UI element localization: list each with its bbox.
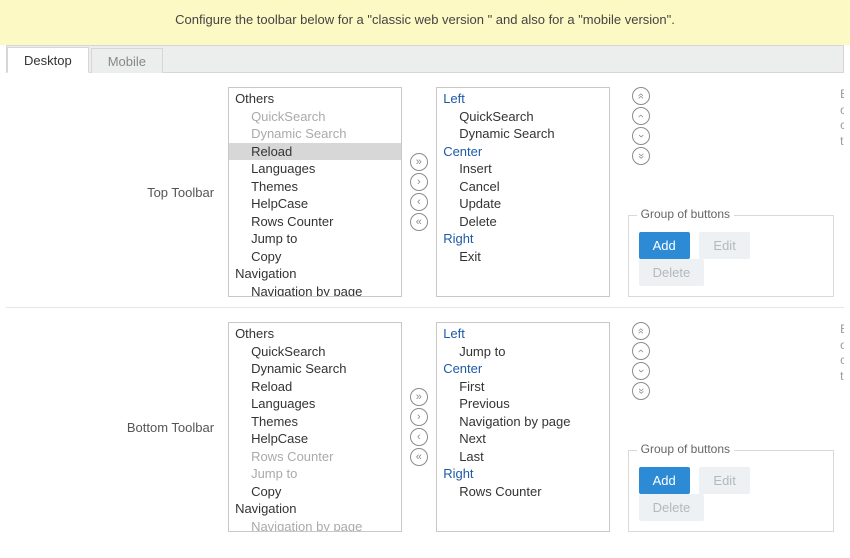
list-group-header: Navigation (229, 265, 400, 283)
list-item[interactable]: Dynamic Search (229, 360, 400, 378)
move-all-left-icon[interactable]: « (410, 213, 428, 231)
list-item[interactable]: First (437, 378, 608, 396)
move-right-icon[interactable]: › (410, 173, 428, 191)
list-item[interactable]: Reload (229, 378, 400, 396)
list-item[interactable]: Rows Counter (437, 483, 608, 501)
list-group-header: Left (437, 325, 608, 343)
bottom-assigned-list[interactable]: LeftJump toCenterFirstPreviousNavigation… (436, 322, 609, 532)
move-all-right-icon[interactable]: » (410, 153, 428, 171)
gob-edit-button[interactable]: Edit (699, 232, 749, 259)
list-group-header: Center (437, 143, 608, 161)
desktop-page: Top Toolbar OthersQuickSearchDynamic Sea… (0, 73, 850, 542)
list-item[interactable]: Update (437, 195, 608, 213)
list-item[interactable]: Languages (229, 395, 400, 413)
top-available-list[interactable]: OthersQuickSearchDynamic SearchReloadLan… (228, 87, 401, 297)
list-group-header: Right (437, 465, 608, 483)
bottom-order-arrows: » › › » (632, 322, 835, 400)
list-item[interactable]: Rows Counter (229, 448, 400, 466)
list-item[interactable]: Delete (437, 213, 608, 231)
top-toolbar-section: Top Toolbar OthersQuickSearchDynamic Sea… (6, 73, 844, 308)
gob-legend: Group of buttons (637, 207, 734, 221)
bottom-group-of-buttons: Group of buttons Add Edit Delete (628, 450, 835, 532)
list-item[interactable]: HelpCase (229, 195, 400, 213)
move-left-icon[interactable]: ‹ (410, 193, 428, 211)
list-item[interactable]: Themes (229, 413, 400, 431)
gob-delete-button[interactable]: Delete (639, 494, 705, 521)
move-top-icon[interactable]: » (632, 322, 650, 340)
list-item[interactable]: Jump to (229, 230, 400, 248)
gob-add-button[interactable]: Add (639, 232, 690, 259)
list-item[interactable]: Rows Counter (229, 213, 400, 231)
move-bottom-icon[interactable]: » (632, 382, 650, 400)
top-assigned-list[interactable]: LeftQuickSearchDynamic SearchCenterInser… (436, 87, 609, 297)
list-item[interactable]: Insert (437, 160, 608, 178)
top-group-of-buttons: Group of buttons Add Edit Delete (628, 215, 835, 297)
bottom-toolbar-section: Bottom Toolbar OthersQuickSearchDynamic … (6, 308, 844, 542)
move-up-icon[interactable]: › (632, 107, 650, 125)
gob-delete-button[interactable]: Delete (639, 259, 705, 286)
list-item[interactable]: Navigation by page (437, 413, 608, 431)
list-item[interactable]: Navigation by page (229, 283, 400, 297)
list-item[interactable]: Cancel (437, 178, 608, 196)
bottom-available-list[interactable]: OthersQuickSearchDynamic SearchReloadLan… (228, 322, 401, 532)
list-item[interactable]: Themes (229, 178, 400, 196)
config-banner: Configure the toolbar below for a "class… (0, 0, 850, 45)
list-item[interactable]: QuickSearch (229, 108, 400, 126)
move-up-icon[interactable]: › (632, 342, 650, 360)
list-item[interactable]: HelpCase (229, 430, 400, 448)
list-item[interactable]: Copy (229, 483, 400, 501)
device-tabs: Desktop Mobile (6, 45, 844, 73)
list-item[interactable]: Languages (229, 160, 400, 178)
move-down-icon[interactable]: › (632, 362, 650, 380)
bottom-toolbar-label: Bottom Toolbar (6, 322, 228, 532)
list-group-header: Navigation (229, 500, 400, 518)
list-item[interactable]: Reload (229, 143, 400, 161)
list-item[interactable]: Copy (229, 248, 400, 266)
move-all-right-icon[interactable]: » (410, 388, 428, 406)
list-item[interactable]: Last (437, 448, 608, 466)
list-item[interactable]: QuickSearch (437, 108, 608, 126)
tab-desktop[interactable]: Desktop (7, 47, 89, 73)
list-group-header: Center (437, 360, 608, 378)
move-down-icon[interactable]: › (632, 127, 650, 145)
move-top-icon[interactable]: » (632, 87, 650, 105)
top-toolbar-label: Top Toolbar (6, 87, 228, 297)
list-item[interactable]: Exit (437, 248, 608, 266)
list-item[interactable]: Previous (437, 395, 608, 413)
gob-edit-button[interactable]: Edit (699, 467, 749, 494)
top-transfer-arrows: » › ‹ « (402, 87, 437, 297)
move-right-icon[interactable]: › (410, 408, 428, 426)
list-item[interactable]: Dynamic Search (229, 125, 400, 143)
move-all-left-icon[interactable]: « (410, 448, 428, 466)
bottom-side-description: E o c t (834, 322, 844, 532)
list-item[interactable]: QuickSearch (229, 343, 400, 361)
gob-legend: Group of buttons (637, 442, 734, 456)
bottom-transfer-arrows: » › ‹ « (402, 322, 437, 532)
list-item[interactable]: Navigation by page (229, 518, 400, 532)
move-bottom-icon[interactable]: » (632, 147, 650, 165)
top-side-description: E o c t (834, 87, 844, 297)
move-left-icon[interactable]: ‹ (410, 428, 428, 446)
list-item[interactable]: Next (437, 430, 608, 448)
gob-add-button[interactable]: Add (639, 467, 690, 494)
list-item[interactable]: Jump to (229, 465, 400, 483)
list-group-header: Right (437, 230, 608, 248)
list-group-header: Left (437, 90, 608, 108)
list-item[interactable]: Dynamic Search (437, 125, 608, 143)
list-group-header: Others (229, 90, 400, 108)
bottom-right-column: » › › » Group of buttons Add Edit Delete (610, 322, 835, 532)
list-item[interactable]: Jump to (437, 343, 608, 361)
top-order-arrows: » › › » (632, 87, 835, 165)
list-group-header: Others (229, 325, 400, 343)
top-right-column: » › › » Group of buttons Add Edit Delete (610, 87, 835, 297)
tab-mobile[interactable]: Mobile (91, 48, 163, 73)
